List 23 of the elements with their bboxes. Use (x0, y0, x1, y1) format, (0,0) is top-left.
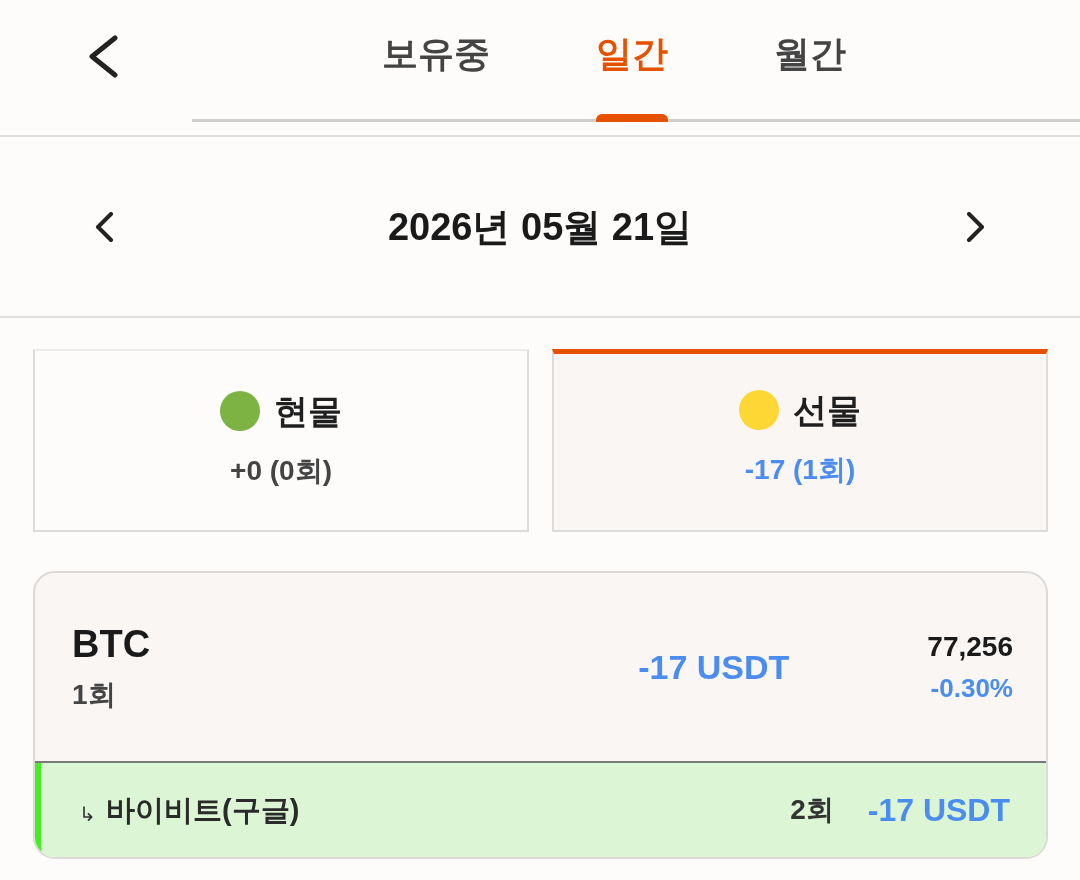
market-summary: -17 (1회) (744, 453, 856, 487)
market-label: 선물 (793, 390, 861, 431)
market-label: 현물 (274, 390, 342, 432)
change-percent: -0.30% (930, 672, 1013, 704)
tab[interactable]: 일간 (596, 0, 668, 122)
price-value: 77,256 (927, 630, 1013, 664)
trade-count: 1회 (72, 678, 116, 712)
tab[interactable]: 보유중 (382, 0, 490, 122)
account-name: 바이비트(구글) (106, 793, 300, 828)
pnl-value: -17 USDT (638, 647, 790, 687)
market-summary: +0 (0회) (230, 453, 332, 488)
trade-count: 2회 (790, 793, 834, 827)
date-title: 2026년 05월 21일 (387, 204, 693, 250)
symbol-label: BTC (72, 622, 151, 666)
previous-day-icon[interactable] (95, 211, 114, 242)
account-row[interactable]: ↳ 바이비트(구글) 2회 -17 USDT (35, 761, 1046, 857)
market-card[interactable]: 현물 +0 (0회) (33, 349, 529, 532)
sub-arrow-text: ↳ (79, 802, 96, 826)
next-day-icon[interactable] (966, 211, 985, 242)
pnl-value: -17 USDT (867, 791, 1010, 829)
tab[interactable]: 월간 (774, 0, 846, 122)
back-icon[interactable] (88, 35, 118, 78)
market-card[interactable]: 선물 -17 (1회) (552, 349, 1048, 532)
